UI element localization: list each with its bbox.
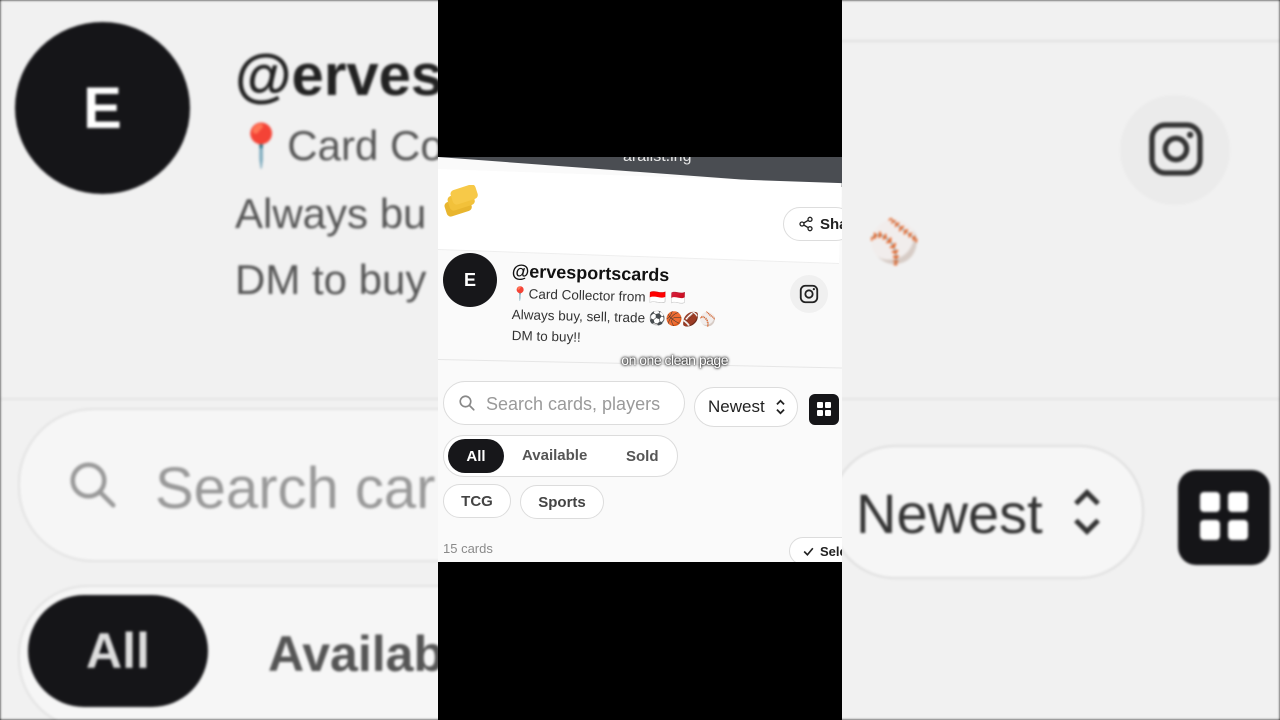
background-instagram-icon bbox=[1149, 122, 1203, 176]
phone-screen: aralist.ing Sha E @ervesportscards 📍Card… bbox=[438, 157, 842, 562]
app-logo-icon[interactable] bbox=[443, 185, 479, 217]
video-caption: on one clean page bbox=[621, 352, 728, 368]
profile-bio-line: 📍Card Collector from 🇮🇩 🇲🇨 bbox=[511, 286, 687, 306]
select-button[interactable]: Sele bbox=[789, 537, 842, 562]
background-sort-label: Newest bbox=[856, 482, 1043, 545]
background-search-text: Search car bbox=[155, 456, 436, 521]
check-icon bbox=[803, 547, 814, 556]
background-handle: @erves bbox=[235, 43, 444, 108]
filter-chip-sold[interactable]: Sold bbox=[626, 448, 659, 465]
background-bio-line: 📍Card Co bbox=[235, 122, 444, 169]
avatar: E bbox=[443, 253, 497, 307]
site-header bbox=[438, 169, 842, 265]
background-search-icon bbox=[70, 462, 116, 508]
background-baseball-emoji: ⚾ bbox=[868, 218, 921, 265]
profile-bio-line: Always buy, sell, trade ⚽🏀🏈⚾ bbox=[511, 307, 717, 328]
filter-chip-available[interactable]: Available bbox=[522, 447, 587, 464]
background-header-line bbox=[840, 0, 1280, 42]
chevron-updown-icon bbox=[776, 399, 785, 415]
filter-chip-all[interactable]: All bbox=[448, 439, 504, 473]
grid-view-button[interactable] bbox=[809, 394, 839, 425]
instagram-icon bbox=[799, 284, 819, 304]
tag-chip-tcg[interactable]: TCG bbox=[443, 484, 511, 518]
share-button[interactable]: Sha bbox=[783, 207, 842, 241]
background-chip-all: All bbox=[28, 595, 208, 707]
background-grid-button bbox=[1178, 470, 1270, 565]
sort-label: Newest bbox=[708, 397, 765, 416]
share-icon bbox=[799, 216, 813, 232]
background-grid-icon bbox=[1200, 492, 1248, 540]
background-bio-line: Always bu bbox=[235, 190, 427, 237]
search-icon bbox=[459, 395, 475, 411]
background-avatar: E bbox=[15, 22, 190, 194]
background-chip-available: Availab bbox=[268, 626, 445, 682]
browser-url: aralist.ing bbox=[623, 157, 691, 166]
sort-select[interactable]: Newest bbox=[694, 387, 798, 427]
background-chevron-updown-icon bbox=[1074, 489, 1100, 535]
video-panel: aralist.ing Sha E @ervesportscards 📍Card… bbox=[438, 0, 842, 720]
card-count: 15 cards bbox=[443, 541, 493, 556]
share-label: Sha bbox=[820, 215, 842, 233]
background-sort: Newest bbox=[830, 445, 1144, 579]
search-input[interactable]: Search cards, players bbox=[443, 381, 685, 425]
search-placeholder: Search cards, players bbox=[486, 394, 661, 414]
tag-chip-sports[interactable]: Sports bbox=[520, 485, 604, 519]
status-filter-group: All Available Sold bbox=[443, 435, 678, 477]
profile-handle: @ervesportscards bbox=[511, 261, 670, 286]
background-instagram-button bbox=[1120, 95, 1230, 205]
instagram-button[interactable] bbox=[790, 275, 828, 313]
background-bio-line: DM to buy bbox=[235, 256, 427, 303]
profile-bio-line: DM to buy!! bbox=[511, 328, 582, 345]
select-label: Sele bbox=[820, 543, 842, 559]
